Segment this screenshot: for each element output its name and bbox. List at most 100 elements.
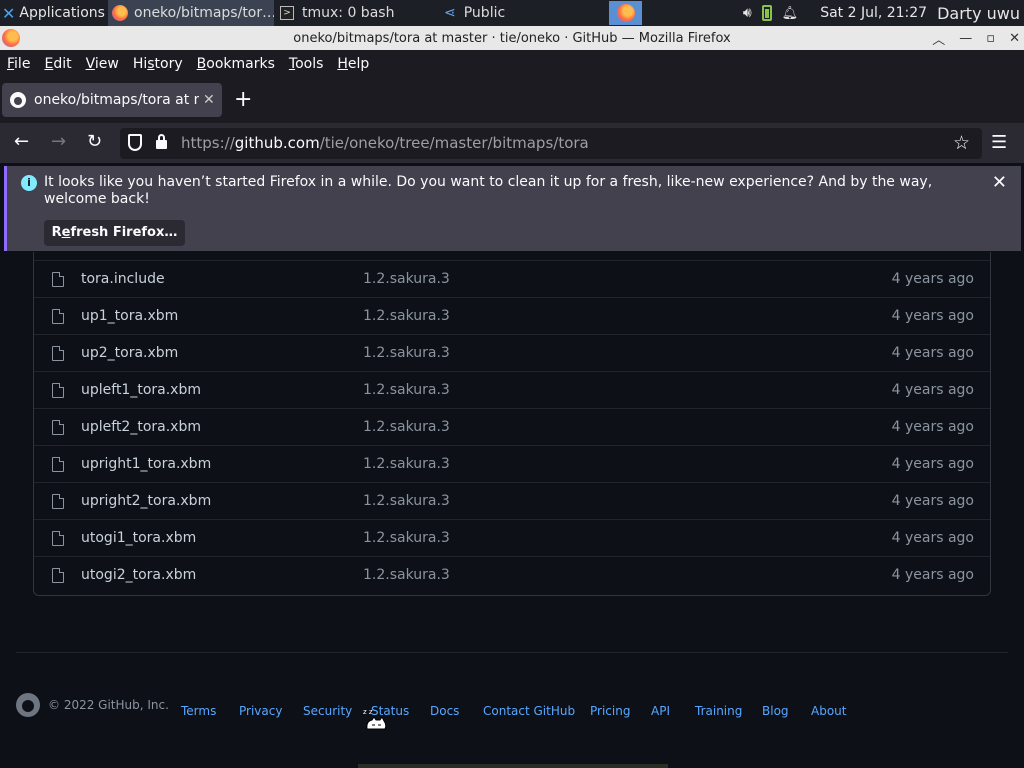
file-list: tora.include 1.2.sakura.3 4 years ago up1_t… <box>33 252 991 596</box>
commit-message-link[interactable]: 1.2.sakura.3 <box>363 419 450 435</box>
footer-link-api[interactable]: API <box>651 704 670 718</box>
file-row: upright2_tora.xbm 1.2.sakura.3 4 years ago <box>34 482 990 519</box>
file-row: upright1_tora.xbm 1.2.sakura.3 4 years ago <box>34 445 990 482</box>
bookmark-star-icon[interactable]: ☆ <box>953 132 970 154</box>
file-icon <box>52 494 64 509</box>
window-title: oneko/bitmaps/tora at master · tie/oneko… <box>293 30 731 46</box>
menu-file[interactable]: File <box>0 56 37 72</box>
commit-message-link[interactable]: 1.2.sakura.3 <box>363 382 450 398</box>
file-row: up2_tora.xbm 1.2.sakura.3 4 years ago <box>34 334 990 371</box>
volume-icon[interactable]: 🔊︎ <box>743 5 752 21</box>
url-text[interactable]: https://github.com/tie/oneko/tree/master… <box>181 134 589 152</box>
menu-tools[interactable]: Tools <box>282 56 331 72</box>
commit-age: 4 years ago <box>891 271 974 287</box>
commit-age: 4 years ago <box>891 345 974 361</box>
file-row: utogi2_tora.xbm 1.2.sakura.3 4 years ago <box>34 556 990 593</box>
taskbar-item-terminal[interactable]: > tmux: 0 bash <box>276 0 436 26</box>
commit-message-link[interactable]: 1.2.sakura.3 <box>363 456 450 472</box>
browser-tab[interactable]: oneko/bitmaps/tora at master · tie/oneko… <box>2 83 222 117</box>
window-shade-button[interactable]: ︿ <box>932 29 945 48</box>
notification-bell-icon[interactable]: 🔔︎ <box>782 6 799 21</box>
file-name-link[interactable]: upright2_tora.xbm <box>81 493 211 509</box>
taskbar-item-firefox[interactable]: oneko/bitmaps/tor… <box>108 0 274 26</box>
file-icon <box>52 531 64 546</box>
user-name[interactable]: Darty uwu <box>937 4 1020 23</box>
file-icon <box>52 568 64 583</box>
file-row: utogi1_tora.xbm 1.2.sakura.3 4 years ago <box>34 519 990 556</box>
firefox-launcher-button[interactable] <box>609 1 642 25</box>
taskbar-item-public[interactable]: ⋖ Public <box>438 0 598 26</box>
commit-message-link[interactable]: 1.2.sakura.3 <box>363 271 450 287</box>
menu-history[interactable]: History <box>126 56 190 72</box>
github-logo-icon[interactable] <box>16 693 40 717</box>
new-tab-button[interactable]: + <box>234 87 252 113</box>
clock[interactable]: Sat 2 Jul, 21:27 <box>820 5 927 21</box>
lock-icon[interactable] <box>156 134 167 149</box>
navigation-toolbar: ← → ↻ https://github.com/tie/oneko/tree/… <box>0 123 1024 163</box>
footer-link-terms[interactable]: Terms <box>181 704 216 718</box>
commit-age: 4 years ago <box>891 382 974 398</box>
commit-message-link[interactable]: 1.2.sakura.3 <box>363 567 450 583</box>
close-notification-icon[interactable]: ✕ <box>992 172 1007 193</box>
applications-label: Applications <box>19 5 105 21</box>
commit-message-link[interactable]: 1.2.sakura.3 <box>363 530 450 546</box>
url-bar[interactable]: https://github.com/tie/oneko/tree/master… <box>120 128 982 159</box>
footer-link-blog[interactable]: Blog <box>762 704 789 718</box>
battery-icon[interactable] <box>761 5 772 21</box>
file-name-link[interactable]: up1_tora.xbm <box>81 308 178 324</box>
footer-link-training[interactable]: Training <box>695 704 742 718</box>
commit-age: 4 years ago <box>891 419 974 435</box>
footer-link-docs[interactable]: Docs <box>430 704 459 718</box>
file-icon <box>52 457 64 472</box>
file-name-link[interactable]: up2_tora.xbm <box>81 345 178 361</box>
menu-bookmarks[interactable]: Bookmarks <box>190 56 282 72</box>
file-name-link[interactable]: upleft2_tora.xbm <box>81 419 201 435</box>
footer-link-pricing[interactable]: Pricing <box>590 704 630 718</box>
firefox-icon <box>112 5 128 21</box>
footer-link-security[interactable]: Security <box>303 704 352 718</box>
footer-link-contact-github[interactable]: Contact GitHub <box>483 704 575 718</box>
close-tab-icon[interactable]: ✕ <box>203 92 215 108</box>
commit-message-link[interactable]: 1.2.sakura.3 <box>363 308 450 324</box>
footer-link-privacy[interactable]: Privacy <box>239 704 282 718</box>
file-name-link[interactable]: upright1_tora.xbm <box>81 456 211 472</box>
taskbar-item-label: Public <box>463 5 506 21</box>
hamburger-menu-icon[interactable]: ☰ <box>991 132 1007 153</box>
maximize-button[interactable]: ▫ <box>986 31 995 46</box>
minimize-button[interactable]: — <box>959 31 972 46</box>
file-row: upleft2_tora.xbm 1.2.sakura.3 4 years ago <box>34 408 990 445</box>
back-button[interactable]: ← <box>14 131 29 152</box>
tab-strip: oneko/bitmaps/tora at master · tie/oneko… <box>0 77 1024 123</box>
file-name-link[interactable]: tora.include <box>81 271 165 287</box>
file-name-link[interactable]: upleft1_tora.xbm <box>81 382 201 398</box>
reload-button[interactable]: ↻ <box>87 131 102 152</box>
file-icon <box>52 309 64 324</box>
footer-link-about[interactable]: About <box>811 704 846 718</box>
footer-divider <box>16 652 1008 653</box>
file-icon <box>52 420 64 435</box>
github-favicon-icon <box>10 92 26 108</box>
commit-message-link[interactable]: 1.2.sakura.3 <box>363 493 450 509</box>
applications-menu[interactable]: ✕ Applications <box>0 0 108 26</box>
oneko-cat-icon: z z <box>363 708 387 730</box>
menu-view[interactable]: View <box>79 56 126 72</box>
forward-button[interactable]: → <box>51 131 66 152</box>
commit-age: 4 years ago <box>891 456 974 472</box>
terminal-icon: > <box>280 6 294 20</box>
commit-message-link[interactable]: 1.2.sakura.3 <box>363 345 450 361</box>
commit-age: 4 years ago <box>891 567 974 583</box>
taskbar-item-label: oneko/bitmaps/tor… <box>134 5 274 21</box>
share-icon: ⋖ <box>444 5 456 21</box>
file-name-link[interactable]: utogi1_tora.xbm <box>81 530 196 546</box>
file-row: up1_tora.xbm 1.2.sakura.3 4 years ago <box>34 297 990 334</box>
tracking-protection-shield-icon[interactable] <box>128 134 142 151</box>
commit-age: 4 years ago <box>891 493 974 509</box>
refresh-firefox-button[interactable]: Refresh Firefox… <box>44 220 185 246</box>
close-window-button[interactable]: ✕ <box>1009 31 1020 46</box>
menu-edit[interactable]: Edit <box>37 56 78 72</box>
taskbar-item-label: tmux: 0 bash <box>302 5 395 21</box>
menu-help[interactable]: Help <box>330 56 376 72</box>
tab-title: oneko/bitmaps/tora at master · tie/oneko <box>34 92 199 108</box>
commit-age: 4 years ago <box>891 308 974 324</box>
file-name-link[interactable]: utogi2_tora.xbm <box>81 567 196 583</box>
